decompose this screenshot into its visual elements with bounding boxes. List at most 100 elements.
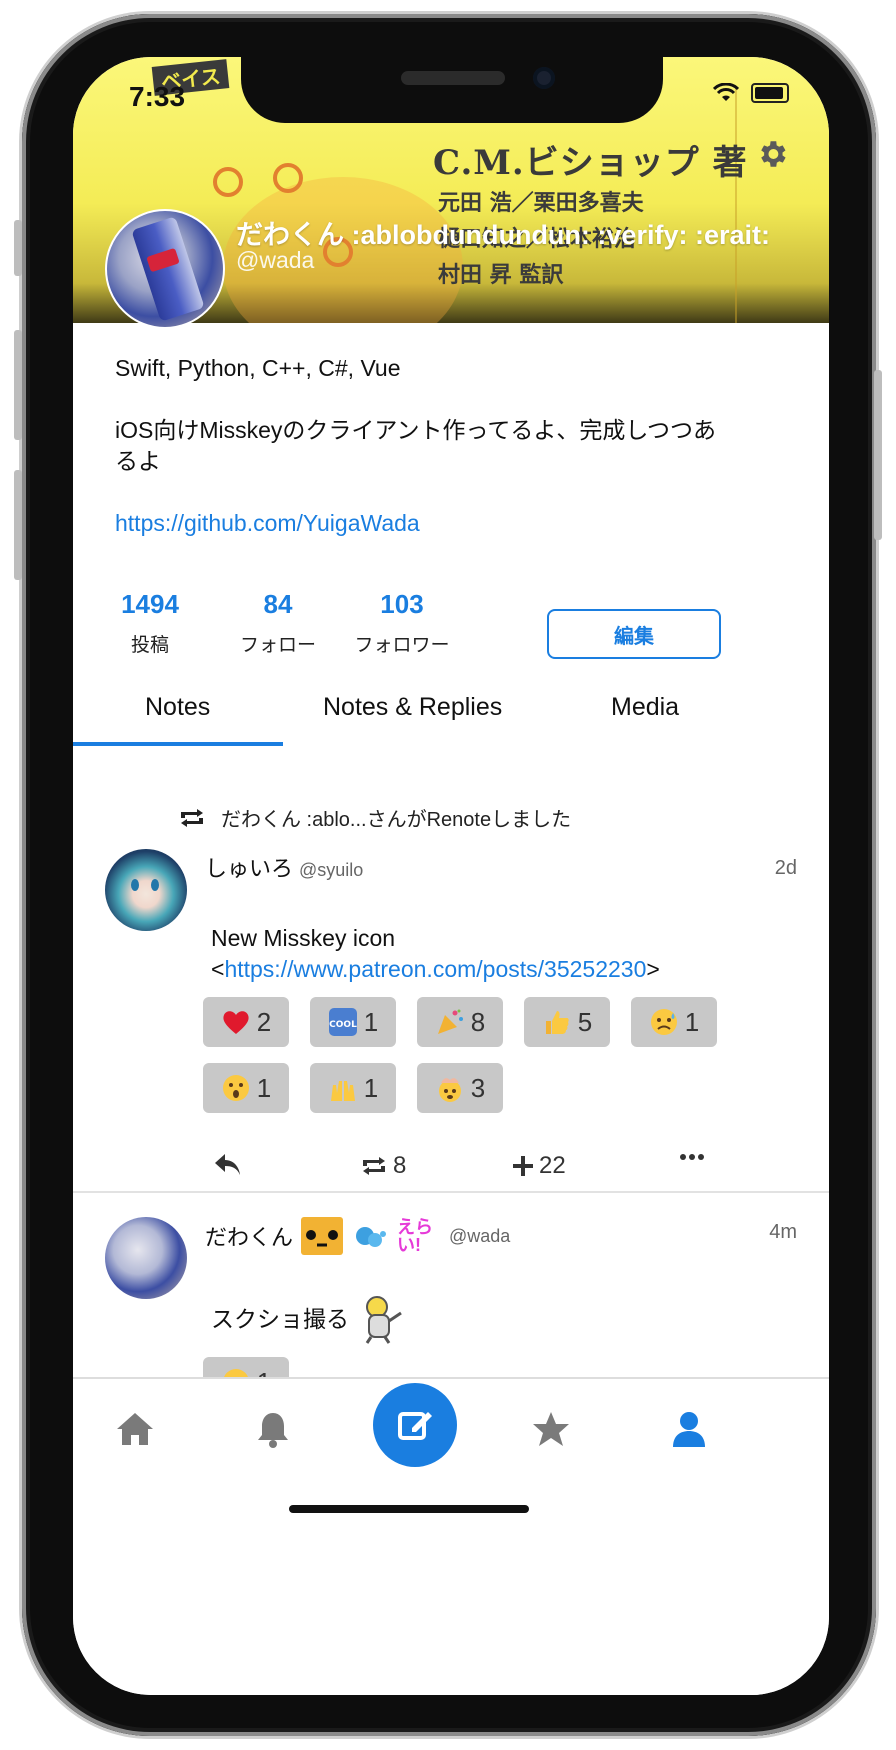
- wifi-icon: [713, 83, 739, 101]
- profile-display-name: だわくん :ablobdundundun: :verify: :erait:: [236, 220, 770, 250]
- reaction-count: 3: [470, 1072, 486, 1103]
- reaction-count: 5: [577, 1006, 593, 1037]
- cat-sticker-icon: [365, 1296, 402, 1344]
- renote-icon: [181, 808, 203, 827]
- banner-book-title: C.M.ビショップ 著: [433, 143, 748, 183]
- banner-line: [735, 87, 737, 323]
- verify-emoji-icon: [356, 1227, 387, 1247]
- ablobdundundun-emoji-icon: [301, 1217, 344, 1255]
- renote-button[interactable]: 8: [359, 1152, 406, 1180]
- reaction-exploding-head[interactable]: 3: [417, 1063, 503, 1113]
- compose-button[interactable]: [373, 1383, 457, 1467]
- stat-following[interactable]: 84 フォロー: [223, 589, 333, 657]
- note-divider: [73, 1191, 829, 1193]
- note-link[interactable]: https://www.patreon.com/posts/35252230: [224, 956, 646, 982]
- banner-ring: [273, 163, 303, 193]
- edit-profile-button[interactable]: 編集: [547, 609, 721, 659]
- stat-label: 投稿: [130, 635, 169, 656]
- reaction-count: 1: [363, 1006, 379, 1037]
- bio-link[interactable]: https://github.com/YuigaWada: [115, 510, 420, 536]
- react-button[interactable]: 22: [511, 1152, 566, 1180]
- exploding-head-icon: [438, 1078, 461, 1102]
- note-author: だわくん えらい! @wada: [205, 1215, 510, 1257]
- note-body: スクショ撮る: [211, 1293, 407, 1345]
- notch: [241, 57, 663, 123]
- power-button: [874, 370, 882, 540]
- reaction-count: 1: [256, 1072, 272, 1103]
- reaction-count: 8: [470, 1006, 486, 1037]
- reaction-sad[interactable]: 1: [631, 997, 717, 1047]
- tab-media[interactable]: Media: [611, 693, 679, 722]
- bio-line: Swift, Python, C++, C#, Vue: [115, 355, 401, 381]
- profile-bio: Swift, Python, C++, C#, Vue iOS向けMisskey…: [115, 353, 735, 539]
- svg-text:COOL: COOL: [329, 1020, 357, 1030]
- renote-count: 8: [393, 1152, 407, 1179]
- note-author-acct: @wada: [449, 1225, 511, 1246]
- note-avatar[interactable]: [105, 849, 187, 931]
- note-text-line: スクショ撮る: [211, 1305, 349, 1332]
- bell-icon[interactable]: [253, 1409, 293, 1449]
- stat-label: フォロワー: [354, 635, 450, 656]
- reaction-party[interactable]: 8: [417, 997, 503, 1047]
- battery-icon: [751, 83, 789, 103]
- note-time: 4m: [769, 1221, 797, 1243]
- user-icon[interactable]: [669, 1409, 709, 1449]
- profile-avatar[interactable]: [105, 209, 225, 329]
- reaction-cool[interactable]: COOL 1: [310, 997, 396, 1047]
- bio-line: iOS向けMisskeyのクライアント作ってるよ、完成しつつあるよ: [115, 417, 716, 474]
- note-author-name: だわくん: [205, 1225, 294, 1250]
- home-icon[interactable]: [115, 1409, 155, 1449]
- reaction-thumbs-up[interactable]: 5: [524, 997, 610, 1047]
- plus-icon: [513, 1156, 533, 1176]
- reply-button[interactable]: [213, 1152, 243, 1178]
- reply-icon: [215, 1154, 240, 1175]
- volume-down-button: [14, 470, 22, 580]
- thumbs-up-icon: [545, 1011, 569, 1034]
- renote-text: だわくん :ablo...さんがRenoteしました: [221, 809, 572, 831]
- stat-value: 103: [380, 589, 424, 619]
- cool-icon: COOL: [328, 1008, 357, 1036]
- renote-indicator: だわくん :ablo...さんがRenoteしました: [177, 803, 571, 832]
- volume-up-button: [14, 330, 22, 440]
- tab-notes-replies[interactable]: Notes & Replies: [323, 693, 502, 722]
- note-text-line: New Misskey icon: [211, 925, 396, 951]
- tab-notes[interactable]: Notes: [145, 693, 210, 722]
- note-avatar[interactable]: [105, 1217, 187, 1299]
- note-author-acct: @syuilo: [299, 860, 364, 880]
- note-author-name: しゅいろ: [205, 856, 294, 881]
- mute-switch: [14, 220, 22, 276]
- status-time: 7:33: [129, 81, 186, 112]
- reaction-count: 2: [256, 1006, 272, 1037]
- note-body: New Misskey icon <https://www.patreon.co…: [211, 923, 660, 985]
- speaker: [401, 71, 505, 85]
- front-camera: [533, 67, 555, 89]
- reaction-total: 22: [539, 1152, 566, 1179]
- note-actions: 8 22: [213, 1152, 723, 1186]
- banner-ring: [213, 167, 243, 197]
- banner-author-line: 村田 昇 監訳: [438, 262, 564, 288]
- surprised-icon: [222, 1075, 249, 1101]
- reaction-heart[interactable]: 2: [203, 997, 289, 1047]
- reaction-raised-hands[interactable]: 1: [310, 1063, 396, 1113]
- tab-indicator: [73, 742, 283, 746]
- profile-tabs: Notes Notes & Replies Media: [73, 683, 829, 743]
- heart-icon: [223, 1011, 249, 1034]
- star-icon[interactable]: [531, 1409, 571, 1449]
- stat-followers[interactable]: 103 フォロワー: [347, 589, 457, 657]
- reaction-count: 1: [363, 1072, 379, 1103]
- note-text-bracket: >: [646, 956, 660, 982]
- app-screen: ベイス C.M.ビショップ 著 元田 浩／栗田多喜夫 樋口知之／松本裕治 村田 …: [73, 57, 829, 1695]
- profile-stats: 1494 投稿 84 フォロー 103 フォロワー: [107, 589, 457, 657]
- profile-username: @wada: [236, 247, 315, 273]
- bottom-tab-bar: [73, 1377, 829, 1695]
- avatar-image: [131, 216, 205, 322]
- stat-value: 1494: [121, 589, 179, 619]
- raised-hands-icon: [330, 1081, 355, 1101]
- gear-icon[interactable]: [755, 137, 789, 171]
- reaction-surprised[interactable]: 1: [203, 1063, 289, 1113]
- compose-icon: [398, 1412, 432, 1440]
- more-button[interactable]: [679, 1152, 705, 1162]
- stat-notes[interactable]: 1494 投稿: [107, 589, 193, 657]
- erait-sticker: えらい!: [397, 1217, 434, 1255]
- stat-value: 84: [263, 589, 293, 619]
